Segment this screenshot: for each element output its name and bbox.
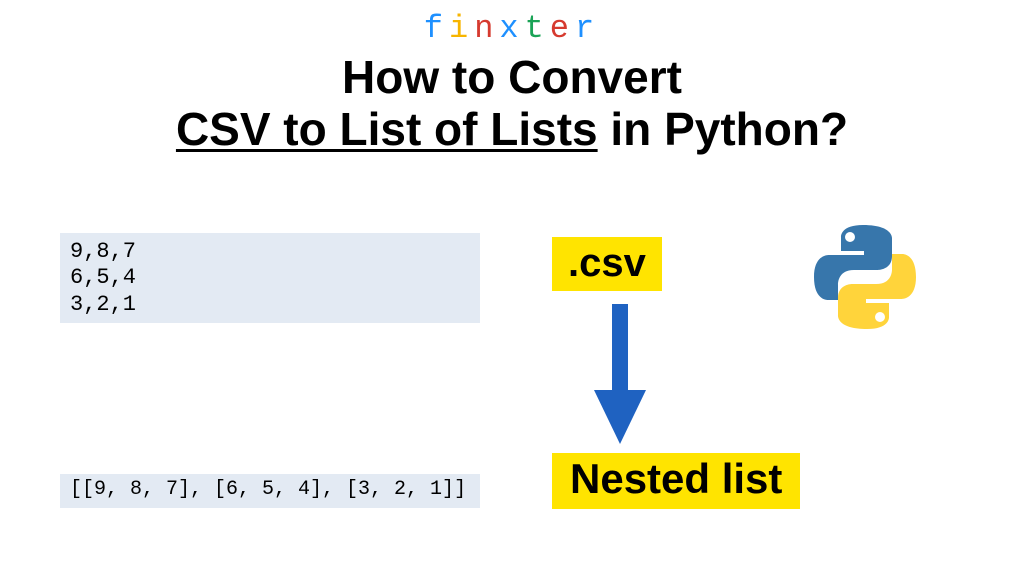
title-underlined: CSV to List of Lists — [176, 103, 598, 155]
logo-letter: t — [525, 10, 550, 47]
title-tail: in Python? — [598, 103, 848, 155]
logo-letter: i — [449, 10, 474, 47]
logo-letter: e — [550, 10, 575, 47]
logo-letter: n — [474, 10, 499, 47]
logo-letter: r — [575, 10, 600, 47]
logo-letter: x — [499, 10, 524, 47]
csv-content-box: 9,8,7 6,5,4 3,2,1 — [60, 233, 480, 323]
brand-logo: finxter — [424, 10, 600, 47]
nested-list-label-badge: Nested list — [552, 453, 800, 509]
page-title: How to Convert CSV to List of Lists in P… — [0, 52, 1024, 155]
nested-list-box: [[9, 8, 7], [6, 5, 4], [3, 2, 1]] — [60, 474, 480, 508]
logo-letter: f — [424, 10, 449, 47]
title-line1: How to Convert — [342, 51, 682, 103]
csv-label-badge: .csv — [552, 237, 662, 291]
python-logo-icon — [810, 222, 920, 332]
down-arrow-icon — [590, 304, 650, 444]
